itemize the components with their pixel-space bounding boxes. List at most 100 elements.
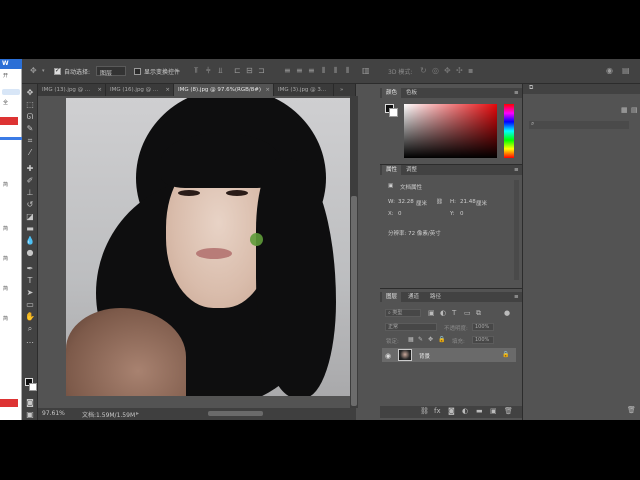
camera-icon[interactable]: ◉ (606, 66, 613, 75)
filter-toggle-icon[interactable]: ● (504, 309, 510, 317)
panel-menu-icon[interactable]: ≡ (510, 292, 523, 302)
new-layer-icon[interactable]: ▣ (490, 407, 497, 415)
more-tools-icon[interactable]: … (25, 336, 35, 346)
blur-tool-icon[interactable]: 💧 (25, 236, 35, 246)
tab-layers[interactable]: 图层 (382, 292, 402, 302)
healing-tool-icon[interactable]: ✚ (25, 164, 35, 174)
distribute-left-icon[interactable]: ⦀ (322, 66, 326, 76)
tab-adjustments[interactable]: 调整 (402, 165, 421, 175)
properties-scrollbar[interactable] (514, 180, 519, 280)
new-group-icon[interactable]: ▬ (476, 407, 483, 415)
shape-tool-icon[interactable]: ▭ (25, 300, 35, 310)
crop-tool-icon[interactable]: ⌗ (25, 136, 35, 146)
workspace-icon[interactable]: ▤ (622, 66, 630, 75)
lasso-tool-icon[interactable]: ᘏ (25, 112, 35, 122)
layer-filter-dropdown[interactable]: ⌕ 类型 (385, 309, 421, 317)
auto-align-icon[interactable]: ▥ (362, 66, 370, 75)
distribute-hcenter-icon[interactable]: ⦀ (334, 66, 338, 76)
dodge-tool-icon[interactable]: ● (25, 248, 35, 258)
w-value[interactable]: 32.28 (398, 199, 414, 205)
close-icon[interactable]: × (165, 84, 170, 96)
trash-icon[interactable]: 🗑 (504, 407, 513, 415)
tab-channels[interactable]: 通道 (404, 292, 423, 302)
align-vcenter-icon[interactable]: ⫩ (206, 66, 211, 76)
3d-scale-icon[interactable]: ▪ (468, 66, 473, 75)
document-image[interactable] (66, 98, 351, 396)
3d-roll-icon[interactable]: ◎ (432, 66, 439, 75)
vertical-scrollbar[interactable] (350, 96, 358, 408)
eye-icon[interactable]: ◉ (385, 352, 391, 360)
zoom-level[interactable]: 97.61% (42, 410, 65, 417)
3d-pan-icon[interactable]: ✥ (444, 66, 451, 75)
distribute-top-icon[interactable]: ≡ (284, 66, 291, 75)
quick-select-tool-icon[interactable]: ✎ (25, 124, 35, 134)
filter-type-icon[interactable]: T (452, 309, 456, 317)
close-icon[interactable]: × (265, 84, 270, 96)
auto-select-checkbox[interactable] (54, 67, 61, 75)
tab-swatches[interactable]: 色板 (402, 88, 421, 98)
browser-tab[interactable]: W (0, 59, 22, 69)
lock-pixels-icon[interactable]: ✎ (418, 336, 423, 343)
zoom-tool-icon[interactable]: ⌕ (25, 324, 35, 334)
background-color-swatch[interactable] (29, 383, 37, 391)
align-bottom-icon[interactable]: ⫫ (218, 66, 223, 76)
chevron-down-icon[interactable]: ▾ (42, 68, 45, 74)
tab-properties[interactable]: 属性 (382, 165, 402, 175)
h-value[interactable]: 21.48 (460, 199, 476, 205)
panel-icon[interactable]: ⧉ (529, 84, 533, 92)
align-top-icon[interactable]: ⫪ (194, 66, 199, 76)
close-icon[interactable]: × (97, 84, 102, 96)
tab-color[interactable]: 颜色 (382, 88, 402, 98)
blend-mode-dropdown[interactable]: 正常 (385, 323, 437, 331)
view-grid-icon[interactable]: ▦ (621, 106, 628, 114)
trash-icon[interactable]: 🗑 (627, 406, 636, 414)
gradient-tool-icon[interactable]: ▬ (25, 224, 35, 234)
tab-img13[interactable]: IMG (13).jpg @ ... × (38, 84, 106, 96)
link-layers-icon[interactable]: ⛓ (420, 407, 429, 415)
align-right-icon[interactable]: ⊐ (258, 66, 265, 75)
filter-adjust-icon[interactable]: ◐ (440, 309, 446, 317)
opacity-input[interactable]: 100% (472, 323, 494, 331)
brush-tool-icon[interactable]: ✐ (25, 176, 35, 186)
filter-smart-icon[interactable]: ⧉ (476, 309, 481, 318)
add-mask-icon[interactable]: ◙ (448, 407, 455, 415)
eyedropper-tool-icon[interactable]: ⁄ (25, 148, 35, 158)
link-icon[interactable]: ⛓ (436, 199, 443, 205)
lock-all-icon[interactable]: 🔒 (438, 336, 445, 343)
distribute-right-icon[interactable]: ⦀ (346, 66, 350, 76)
scroll-thumb[interactable] (351, 196, 357, 406)
align-left-icon[interactable]: ⊏ (234, 66, 241, 75)
fx-icon[interactable]: fx (434, 407, 441, 415)
lock-position-icon[interactable]: ✥ (428, 336, 433, 343)
lock-transparent-icon[interactable]: ▦ (408, 336, 414, 343)
background-color-swatch[interactable] (389, 108, 398, 117)
quick-mask-icon[interactable]: ◙ (25, 398, 35, 408)
tab-img3[interactable]: IMG (3).jpg @ 3... (274, 84, 334, 96)
distribute-bottom-icon[interactable]: ≡ (308, 66, 315, 75)
tab-img8[interactable]: IMG (8).jpg @ 97.6%(RGB/8#) × (174, 84, 274, 96)
3d-slide-icon[interactable]: ✣ (456, 66, 463, 75)
tab-img16[interactable]: IMG (16).jpg @ ... × (106, 84, 174, 96)
type-tool-icon[interactable]: T (25, 276, 35, 286)
right-panel-search[interactable]: ⌕ (529, 120, 629, 129)
panel-menu-icon[interactable]: ≡ (510, 165, 523, 175)
x-value[interactable]: 0 (398, 211, 402, 217)
hue-slider[interactable] (504, 104, 514, 158)
fill-input[interactable]: 100% (472, 336, 494, 344)
filter-shape-icon[interactable]: ▭ (464, 309, 471, 317)
layer-name[interactable]: 背景 (419, 352, 430, 360)
move-tool-icon[interactable]: ✥ (30, 66, 37, 75)
hand-tool-icon[interactable]: ✋ (25, 312, 35, 322)
3d-rotate-icon[interactable]: ↻ (420, 66, 427, 75)
adjustment-layer-icon[interactable]: ◐ (462, 407, 468, 415)
show-transform-checkbox[interactable] (134, 68, 141, 75)
status-menu-icon[interactable]: ▸ (136, 410, 139, 417)
move-tool-icon[interactable]: ✥ (25, 88, 35, 98)
distribute-vcenter-icon[interactable]: ≡ (296, 66, 303, 75)
pen-tool-icon[interactable]: ✒ (25, 264, 35, 274)
y-value[interactable]: 0 (460, 211, 464, 217)
tabs-overflow-button[interactable]: » (334, 84, 356, 96)
horizontal-scroll-thumb[interactable] (208, 411, 263, 416)
eraser-tool-icon[interactable]: ◪ (25, 212, 35, 222)
path-select-tool-icon[interactable]: ➤ (25, 288, 35, 298)
